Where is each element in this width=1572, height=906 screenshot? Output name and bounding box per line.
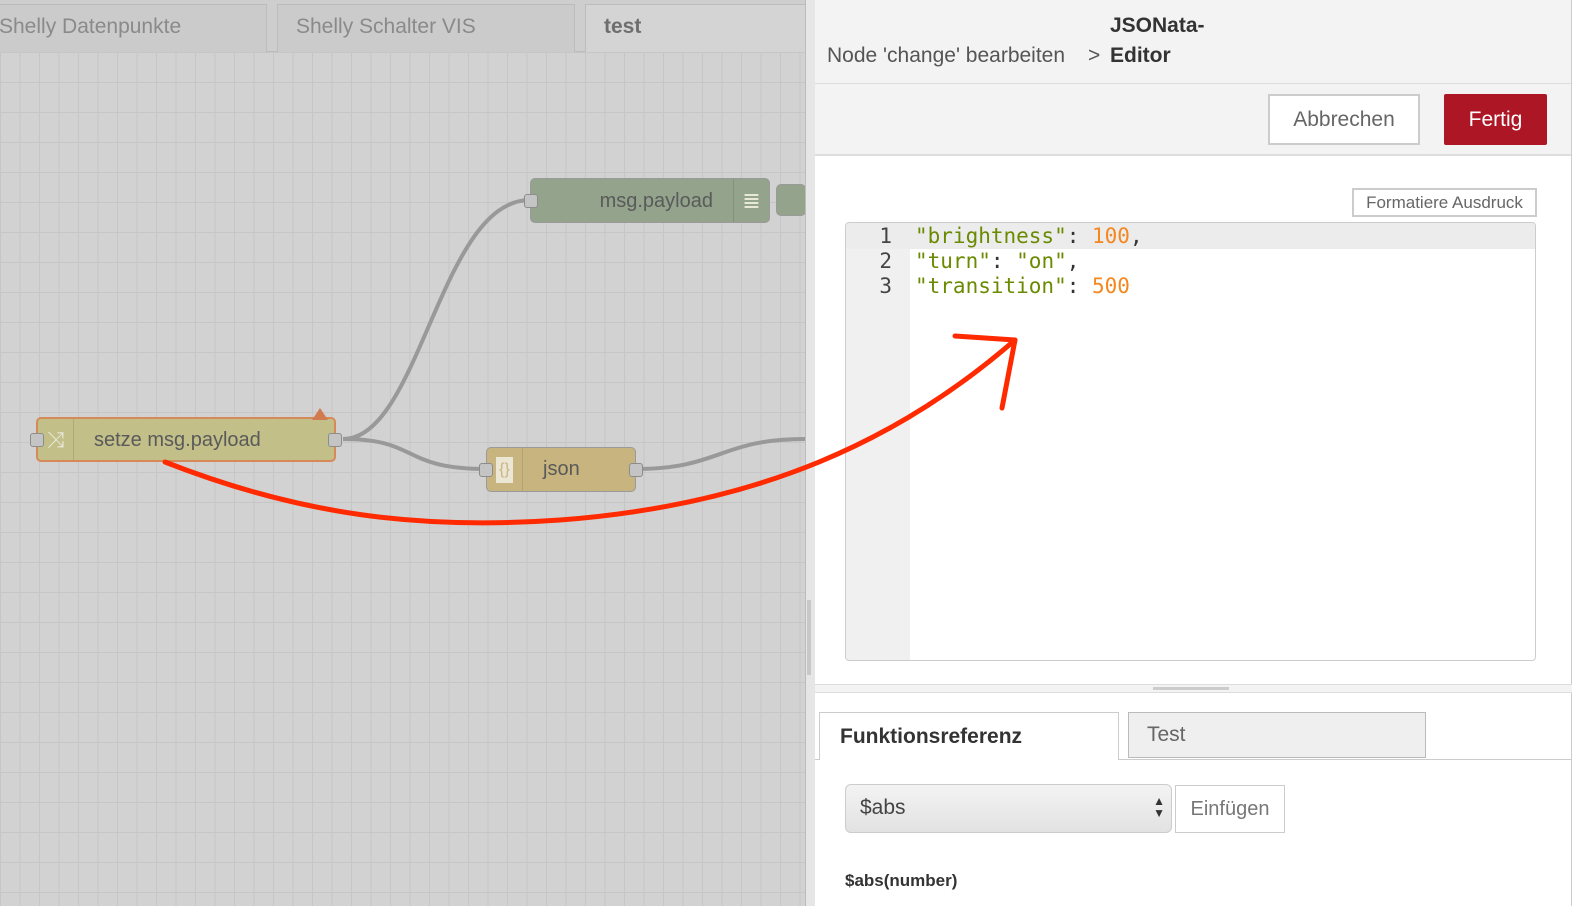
list-icon: ≣ [733,179,769,222]
json-node[interactable]: {} json [479,447,643,492]
tab-label: Test [1147,723,1186,746]
editor-title-part: JSONata- [1110,14,1205,37]
output-port[interactable] [629,463,643,477]
editor-header: JSONata- Node 'change' bearbeiten > Edit… [815,0,1571,84]
format-expression-button[interactable]: Formatiere Ausdruck [1352,188,1537,217]
debug-node[interactable]: msg.payload ≣ [524,178,770,223]
wire[interactable] [635,437,805,471]
editor-toolbar: Abbrechen Fertig [815,84,1571,156]
done-button[interactable]: Fertig [1444,94,1547,145]
select-arrows-icon: ▲ ▼ [1153,794,1165,820]
select-value: $abs [860,796,906,819]
cancel-button[interactable]: Abbrechen [1268,94,1420,145]
input-port[interactable] [524,194,538,208]
breadcrumb-link[interactable]: Node 'change' bearbeiten [827,44,1065,68]
output-port[interactable] [328,433,342,447]
change-node[interactable]: ⤨ setze msg.payload [30,408,342,462]
wire[interactable] [342,437,488,471]
input-port[interactable] [479,463,493,477]
wire[interactable] [342,198,531,441]
breadcrumb-separator: > [1088,44,1101,67]
node-label: msg.payload [599,190,713,212]
resize-handle[interactable] [815,684,1572,693]
code-line: 3 "transition": 500 [879,274,1130,298]
function-select[interactable]: $abs ▲ ▼ [845,784,1172,833]
debug-toggle-button[interactable] [776,184,806,216]
code-editor[interactable]: 1 "brightness": 100, 2 "turn": "on", 3 "tra… [845,222,1536,661]
function-signature: $abs(number) [845,871,958,890]
changed-warning-icon [312,408,328,420]
flow-canvas[interactable]: Shelly Datenpunkte Shelly Schalter VIS t… [0,0,815,906]
code-line: 2 "turn": "on", [879,249,1080,273]
code-line: 1 "brightness": 100, [846,223,1535,249]
node-label: setze msg.payload [94,429,261,451]
tab-label: Funktionsreferenz [840,725,1023,748]
input-port[interactable] [30,433,44,447]
insert-button[interactable]: Einfügen [1175,785,1285,833]
editor-title: Editor [1110,44,1171,67]
panel-splitter[interactable] [805,0,815,906]
jsonata-editor-panel: JSONata- Node 'change' bearbeiten > Edit… [815,0,1572,906]
tab-test[interactable]: Test [1128,712,1426,758]
tab-function-reference[interactable]: Funktionsreferenz [819,712,1119,760]
node-label: json [543,458,580,480]
